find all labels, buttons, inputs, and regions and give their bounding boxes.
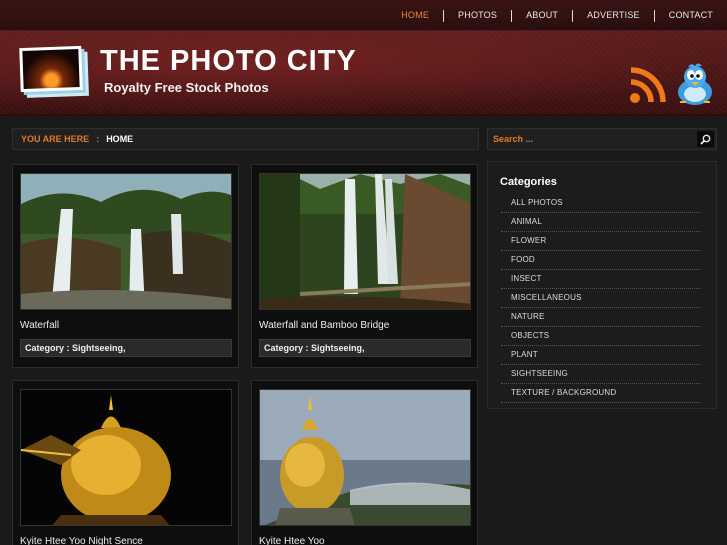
search-icon [700, 134, 711, 145]
post-thumbnail[interactable] [259, 389, 471, 526]
post-category[interactable]: Category : Sightseeing, [20, 339, 232, 357]
nav-link-contact[interactable]: CONTACT [655, 0, 727, 31]
breadcrumb: YOU ARE HERE: HOME [12, 128, 479, 150]
site-title[interactable]: THE PHOTO CITY [100, 45, 357, 78]
category-item[interactable]: SIGHTSEEING [501, 365, 701, 384]
nav-item-advertise[interactable]: ADVERTISE [573, 0, 654, 31]
category-item[interactable]: OBJECTS [501, 327, 701, 346]
category-item[interactable]: MISCELLANEOUS [501, 289, 701, 308]
nav-item-contact[interactable]: CONTACT [655, 0, 727, 31]
top-nav: HOME PHOTOS ABOUT ADVERTISE CONTACT [0, 0, 727, 31]
nav-item-photos[interactable]: PHOTOS [444, 0, 511, 31]
post-category[interactable]: Category : Sightseeing, [259, 339, 471, 357]
post-card: Waterfall and Bamboo Bridge Category : S… [251, 164, 478, 368]
site-header: THE PHOTO CITY Royalty Free Stock Photos [0, 31, 727, 116]
breadcrumb-label: YOU ARE HERE [21, 134, 90, 144]
category-item[interactable]: NATURE [501, 308, 701, 327]
category-item[interactable]: TEXTURE / BACKGROUND [501, 384, 701, 403]
site-tagline: Royalty Free Stock Photos [104, 80, 269, 95]
category-item[interactable]: PLANT [501, 346, 701, 365]
post-thumbnail[interactable] [259, 173, 471, 310]
post-thumbnail[interactable] [20, 389, 232, 526]
nav-menu: HOME PHOTOS ABOUT ADVERTISE CONTACT [387, 0, 727, 31]
nav-link-home[interactable]: HOME [387, 0, 443, 31]
categories-list: ALL PHOTOS ANIMAL FLOWER FOOD INSECT MIS… [501, 194, 701, 403]
nav-link-advertise[interactable]: ADVERTISE [573, 0, 654, 31]
post-card: Waterfall Category : Sightseeing, [12, 164, 239, 368]
category-item[interactable]: INSECT [501, 270, 701, 289]
category-item[interactable]: FOOD [501, 251, 701, 270]
post-title[interactable]: Waterfall [20, 320, 59, 331]
search-button[interactable] [697, 131, 714, 147]
categories-heading: Categories [500, 176, 557, 188]
breadcrumb-current[interactable]: HOME [106, 134, 133, 144]
search-input[interactable] [488, 129, 694, 149]
nav-item-home[interactable]: HOME [387, 0, 443, 31]
nav-item-about[interactable]: ABOUT [512, 0, 572, 31]
post-card: Kyite Htee Yoo Night Sence [12, 380, 239, 545]
post-thumbnail[interactable] [20, 173, 232, 310]
twitter-bird-icon[interactable] [674, 62, 716, 108]
nav-link-about[interactable]: ABOUT [512, 0, 572, 31]
post-title[interactable]: Kyite Htee Yoo Night Sence [20, 536, 143, 545]
post-title[interactable]: Waterfall and Bamboo Bridge [259, 320, 389, 331]
breadcrumb-separator: : [96, 134, 100, 144]
post-title[interactable]: Kyite Htee Yoo [259, 536, 325, 545]
category-item[interactable]: FLOWER [501, 232, 701, 251]
search-box [487, 128, 717, 150]
post-card: Kyite Htee Yoo [251, 380, 478, 545]
nav-link-photos[interactable]: PHOTOS [444, 0, 511, 31]
category-item[interactable]: ALL PHOTOS [501, 194, 701, 213]
category-item[interactable]: ANIMAL [501, 213, 701, 232]
rss-icon[interactable] [628, 65, 668, 105]
categories-widget: Categories ALL PHOTOS ANIMAL FLOWER FOOD… [487, 161, 717, 409]
logo-image[interactable] [19, 45, 83, 93]
